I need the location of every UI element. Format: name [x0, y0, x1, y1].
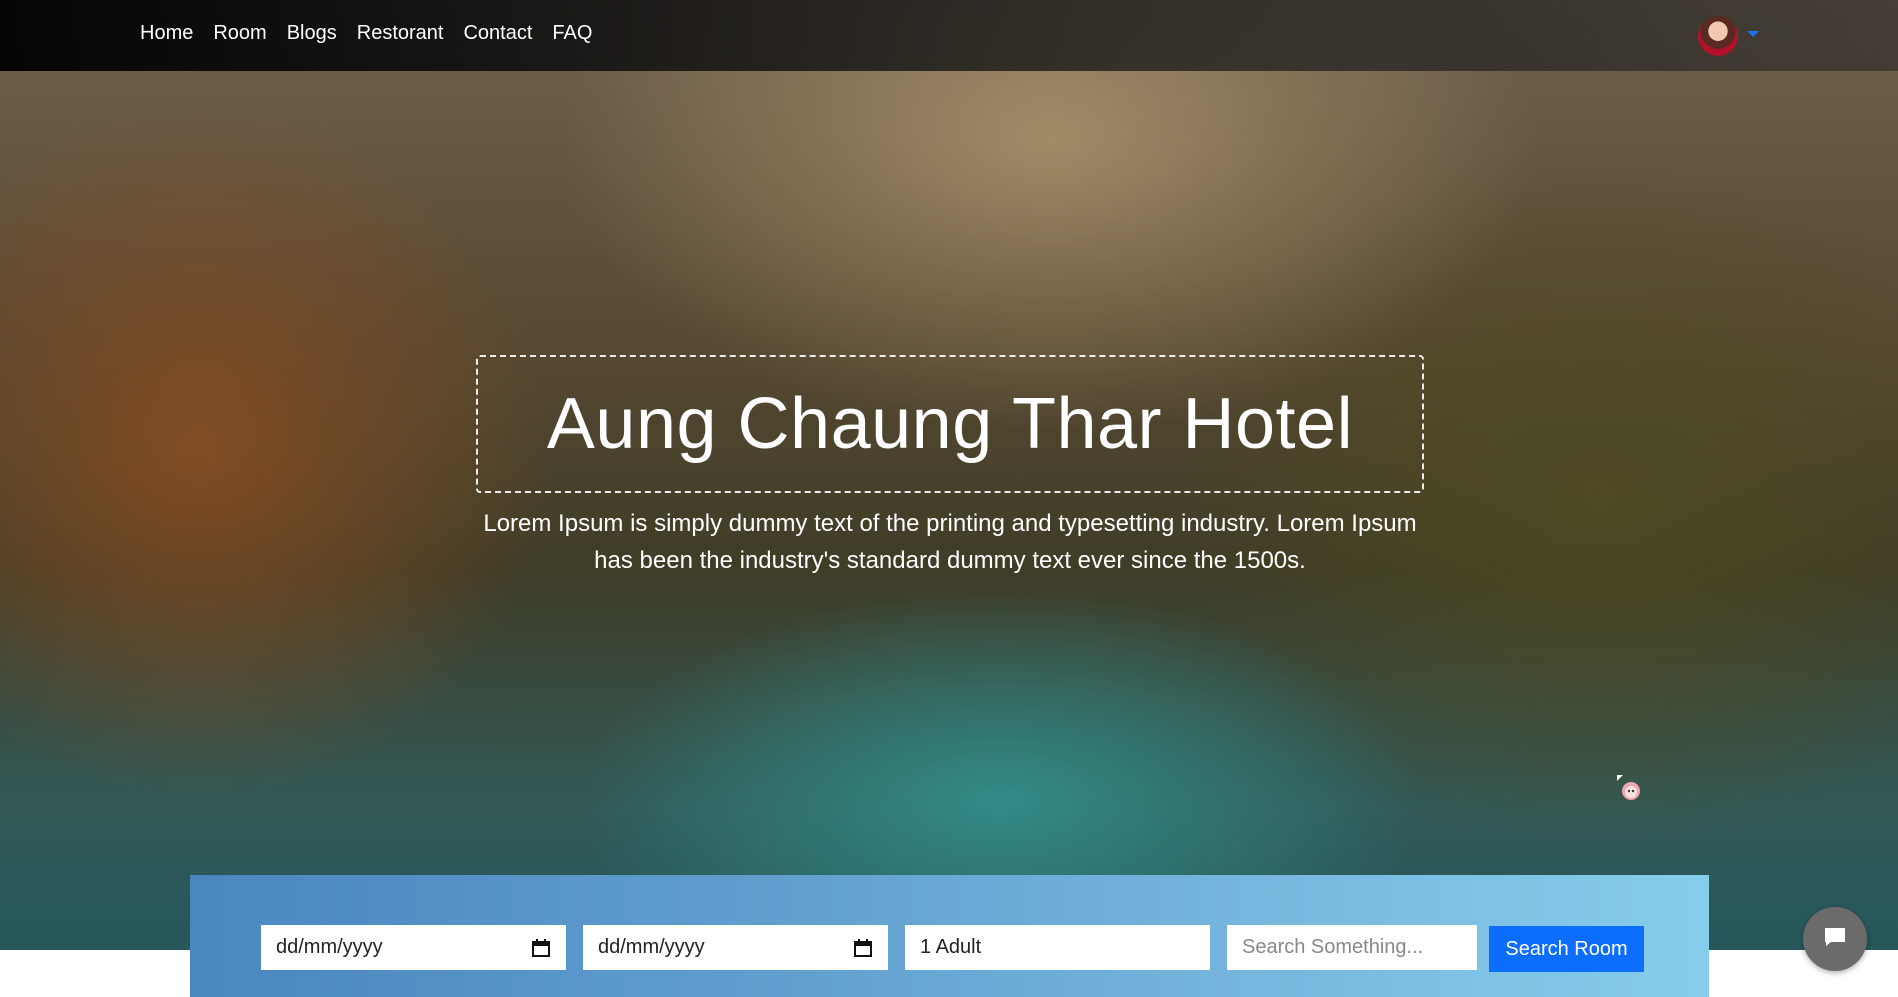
nav-link-restorant[interactable]: Restorant: [357, 22, 444, 45]
search-room-button[interactable]: Search Room: [1489, 926, 1644, 972]
search-input[interactable]: Search Something...: [1227, 925, 1477, 970]
mascot-sprite-icon: [1617, 775, 1641, 803]
top-navbar: Home Room Blogs Restorant Contact FAQ: [0, 0, 1898, 71]
search-placeholder: Search Something...: [1242, 936, 1424, 958]
guests-value: 1 Adult: [920, 936, 982, 958]
nav-links: Home Room Blogs Restorant Contact FAQ: [140, 22, 592, 45]
caret-down-icon[interactable]: [1747, 31, 1759, 37]
user-avatar[interactable]: [1698, 16, 1738, 56]
checkin-date-placeholder: dd/mm/yyyy: [276, 936, 383, 958]
nav-link-contact[interactable]: Contact: [463, 22, 532, 45]
hero-title: Aung Chaung Thar Hotel: [546, 384, 1354, 464]
chat-button[interactable]: [1803, 907, 1867, 971]
chat-icon: [1823, 926, 1847, 953]
checkin-date-input[interactable]: dd/mm/yyyy: [261, 925, 566, 970]
checkout-date-input[interactable]: dd/mm/yyyy: [583, 925, 888, 970]
booking-search-bar: dd/mm/yyyy dd/mm/yyyy 1 Adult Search Som…: [190, 875, 1709, 997]
calendar-icon[interactable]: [531, 938, 551, 958]
guests-select[interactable]: 1 Adult: [905, 925, 1210, 970]
calendar-icon[interactable]: [853, 938, 873, 958]
nav-link-room[interactable]: Room: [213, 22, 266, 45]
nav-link-home[interactable]: Home: [140, 22, 193, 45]
nav-link-faq[interactable]: FAQ: [552, 22, 592, 45]
hero-subtitle: Lorem Ipsum is simply dummy text of the …: [483, 510, 1417, 574]
nav-link-blogs[interactable]: Blogs: [287, 22, 337, 45]
checkout-date-placeholder: dd/mm/yyyy: [598, 936, 705, 958]
hero-title-frame: Aung Chaung Thar Hotel: [476, 355, 1424, 493]
